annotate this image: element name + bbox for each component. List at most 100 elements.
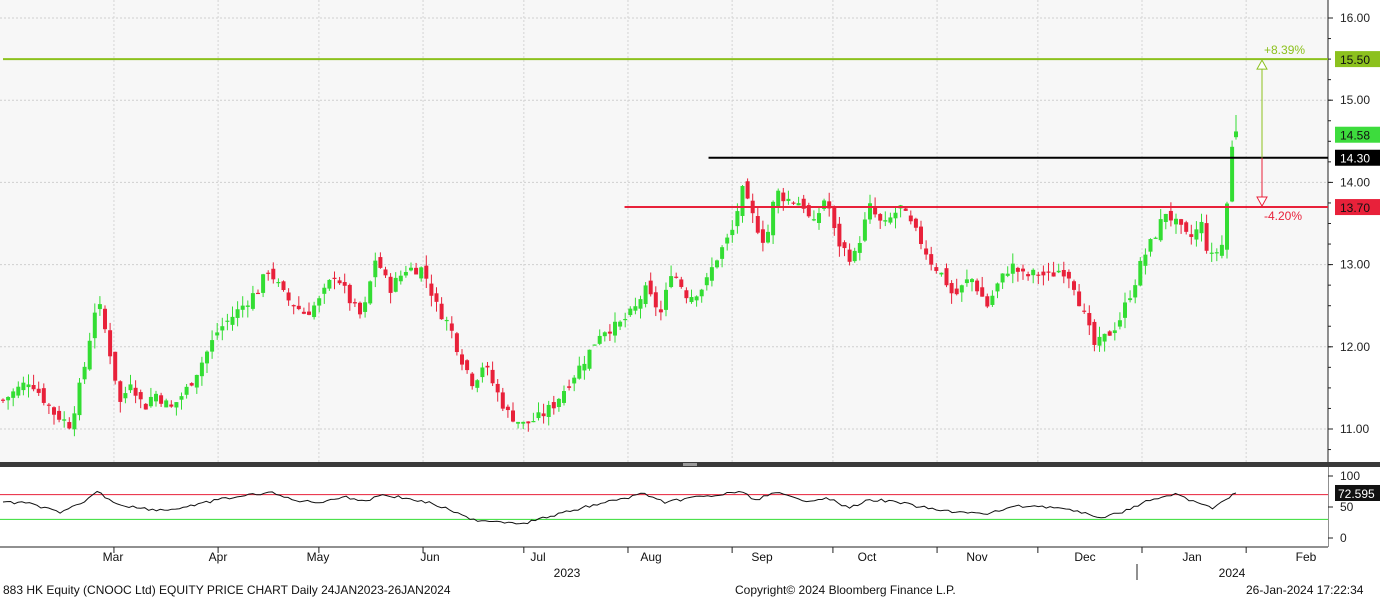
candle-body bbox=[531, 420, 536, 423]
candle-body bbox=[475, 380, 480, 388]
candle-body bbox=[291, 305, 296, 307]
candle-body bbox=[1153, 237, 1158, 239]
candle-body bbox=[419, 267, 424, 279]
x-month-label: Nov bbox=[966, 550, 987, 564]
candle-body bbox=[133, 387, 138, 396]
candle-body bbox=[281, 281, 286, 291]
candle-body bbox=[123, 393, 128, 399]
candle-body bbox=[31, 385, 36, 390]
candle-body bbox=[684, 290, 689, 299]
candle-body bbox=[179, 396, 184, 400]
candle-body bbox=[485, 365, 490, 368]
panel-divider-grip[interactable] bbox=[683, 463, 697, 466]
candle-body bbox=[414, 267, 419, 275]
candle-body bbox=[470, 373, 475, 387]
candle-body bbox=[393, 277, 398, 292]
candle-body bbox=[709, 267, 714, 281]
candle-body bbox=[225, 320, 230, 322]
candle-body bbox=[378, 257, 383, 268]
candle-body bbox=[347, 284, 352, 304]
candle-body bbox=[1128, 298, 1133, 301]
candle-body bbox=[939, 272, 944, 275]
candle-body bbox=[143, 403, 148, 410]
candle-body bbox=[597, 335, 602, 344]
candle-body bbox=[919, 226, 923, 245]
candle-body bbox=[1219, 244, 1224, 256]
candle-body bbox=[388, 276, 393, 293]
candle-body bbox=[633, 306, 638, 311]
candle-body bbox=[541, 413, 546, 417]
candle-body bbox=[368, 281, 373, 304]
main-plot-bg bbox=[0, 0, 1328, 462]
candle-body bbox=[403, 271, 408, 276]
x-month-label: Aug bbox=[640, 550, 661, 564]
candle-body bbox=[862, 219, 867, 241]
candle-body bbox=[980, 287, 985, 297]
candle-body bbox=[908, 215, 913, 222]
candle-body bbox=[556, 398, 561, 408]
candle-body bbox=[286, 292, 291, 301]
rsi-tick-label: 100 bbox=[1340, 469, 1360, 483]
candle-body bbox=[358, 302, 362, 315]
candle-body bbox=[546, 404, 551, 418]
candle-body bbox=[511, 410, 515, 422]
rsi-plot-bg bbox=[0, 467, 1328, 547]
price-chart: 16.00 15.00 14.00 13.00 12.00 11.00 15.50 14.3… bbox=[0, 0, 1380, 599]
candle-body bbox=[852, 250, 857, 262]
rsi-tick-label: 50 bbox=[1340, 500, 1354, 514]
candle-body bbox=[424, 265, 429, 279]
candle-body bbox=[1194, 229, 1199, 240]
candle-body bbox=[1097, 336, 1102, 346]
candle-body bbox=[964, 279, 969, 284]
x-month-label: Jul bbox=[530, 550, 545, 564]
candle-body bbox=[317, 298, 322, 306]
candle-body bbox=[664, 289, 668, 310]
candle-body bbox=[929, 254, 934, 265]
candle-body bbox=[740, 186, 745, 216]
candle-body bbox=[674, 276, 679, 278]
candle-body bbox=[276, 282, 281, 284]
x-month-label: Jun bbox=[420, 550, 439, 564]
candle-body bbox=[1168, 210, 1173, 221]
candle-body bbox=[271, 268, 276, 280]
candle-body bbox=[1036, 274, 1041, 276]
candle-body bbox=[77, 382, 82, 416]
footer-copyright: Copyright© 2024 Bloomberg Finance L.P. bbox=[735, 583, 956, 597]
candle-body bbox=[551, 402, 556, 409]
candle-body bbox=[36, 388, 41, 393]
candle-body bbox=[786, 198, 791, 202]
candle-body bbox=[924, 248, 929, 255]
candle-body bbox=[363, 302, 368, 312]
candle-body bbox=[332, 277, 337, 279]
candle-body bbox=[337, 280, 342, 284]
candle-body bbox=[148, 396, 153, 407]
candle-body bbox=[715, 260, 719, 268]
candle-body bbox=[174, 402, 179, 408]
candle-body bbox=[995, 283, 1000, 292]
candle-body bbox=[893, 212, 898, 219]
candle-body bbox=[454, 333, 459, 353]
x-month-label: Dec bbox=[1074, 550, 1095, 564]
candle-body bbox=[679, 279, 684, 287]
candle-body bbox=[434, 293, 439, 302]
candle-body bbox=[883, 220, 888, 222]
candle-body bbox=[607, 331, 612, 334]
x-axis: Mar Apr May Jun Jul Aug Sep Oct Nov Dec Jan Feb 2023… bbox=[0, 546, 1328, 580]
footer-title: 883 HK Equity (CNOOC Ltd) EQUITY PRICE C… bbox=[3, 583, 451, 597]
candle-body bbox=[327, 279, 332, 289]
candle-body bbox=[1082, 310, 1087, 312]
candle-body bbox=[67, 422, 72, 429]
candle-body bbox=[52, 407, 56, 415]
x-month-label: Jan bbox=[1182, 550, 1201, 564]
x-year-label: 2023 bbox=[554, 566, 581, 580]
candle-body bbox=[301, 311, 306, 314]
candle-body bbox=[429, 283, 434, 296]
candle-body bbox=[970, 279, 974, 283]
candle-body bbox=[1046, 271, 1051, 273]
candle-body bbox=[1184, 222, 1189, 232]
candle-body bbox=[250, 293, 255, 309]
last-price-label: 14.58 bbox=[1340, 129, 1370, 143]
candle-body bbox=[1199, 221, 1204, 234]
candle-body bbox=[11, 391, 16, 398]
x-month-label: Feb bbox=[1296, 550, 1317, 564]
